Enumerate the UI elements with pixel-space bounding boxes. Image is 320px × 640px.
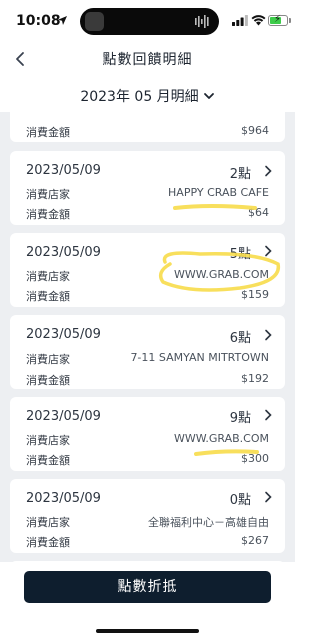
amount-label: 消費金額 (26, 290, 70, 303)
amount-row: 消費金額 $964 (26, 124, 269, 142)
audio-wave-icon (195, 15, 209, 28)
status-time: 10:08 (16, 13, 61, 29)
store-name: 全聯福利中心－高雄自由 (148, 516, 269, 529)
dynamic-island (80, 8, 219, 35)
amount-value: $964 (241, 124, 269, 137)
store-row: 消費店家 WWW.GRAB.COM (26, 432, 269, 450)
store-name: 7-11 SAMYAN MITRTOWN (130, 351, 269, 364)
list-item[interactable]: 2023/05/09 9點 消費店家 WWW.GRAB.COM 消費金額 $30… (10, 397, 285, 471)
amount-value: $267 (241, 534, 269, 547)
store-label: 消費店家 (26, 516, 70, 529)
transaction-date: 2023/05/09 (26, 491, 101, 506)
amount-row: 消費金額 $159 (26, 288, 269, 306)
amount-row: 消費金額 $300 (26, 452, 269, 470)
transaction-date: 2023/05/09 (26, 245, 101, 260)
store-name: HAPPY CRAB CAFE (168, 186, 269, 199)
points-value: 6點 (229, 331, 251, 346)
list-item[interactable]: 2023/05/09 6點 消費店家 7-11 SAMYAN MITRTOWN … (10, 315, 285, 389)
amount-value: $64 (248, 206, 269, 219)
page-title: 點數回饋明細 (102, 52, 193, 68)
points-value: 2點 (229, 167, 251, 182)
points-value: 0點 (229, 493, 251, 508)
chevron-right-icon (265, 491, 272, 503)
store-label: 消費店家 (26, 353, 70, 366)
store-label: 消費店家 (26, 270, 70, 283)
wifi-icon (251, 15, 266, 26)
list-item[interactable]: 2023/05/09 5點 消費店家 WWW.GRAB.COM 消費金額 $15… (10, 233, 285, 307)
store-row: 消費店家 全聯福利中心－高雄自由 (26, 514, 269, 532)
points-value: 5點 (229, 247, 251, 262)
chevron-down-icon (203, 93, 214, 99)
amount-label: 消費金額 (26, 374, 70, 387)
month-label: 2023年 05 月明細 (80, 89, 199, 105)
signal-icon (232, 15, 248, 26)
store-label: 消費店家 (26, 434, 70, 447)
store-name: WWW.GRAB.COM (174, 432, 269, 445)
list-item[interactable]: 2023/05/09 0點 消費店家 全聯福利中心－高雄自由 消費金額 $267 (10, 479, 285, 553)
status-bar: 10:08 ⚡ (0, 0, 295, 44)
amount-label: 消費金額 (26, 126, 70, 139)
transaction-list: 消費金額 $964 2023/05/09 2點 消費店家 HAPPY CRAB … (0, 112, 295, 562)
nav-bar: 點數回饋明細 (0, 44, 295, 74)
amount-label: 消費金額 (26, 454, 70, 467)
month-selector-row: 2023年 05 月明細 (0, 80, 295, 110)
amount-value: $300 (241, 452, 269, 465)
store-label: 消費店家 (26, 188, 70, 201)
amount-row: 消費金額 $192 (26, 372, 269, 390)
store-row: 消費店家 7-11 SAMYAN MITRTOWN (26, 351, 269, 369)
app-icon (85, 12, 104, 31)
amount-value: $159 (241, 288, 269, 301)
transaction-date: 2023/05/09 (26, 163, 101, 178)
redeem-points-button[interactable]: 點數折抵 (24, 571, 271, 603)
amount-row: 消費金額 $64 (26, 206, 269, 224)
chevron-right-icon (265, 245, 272, 257)
list-item[interactable]: 2023/05/09 2點 消費店家 HAPPY CRAB CAFE 消費金額 … (10, 151, 285, 225)
home-indicator[interactable] (96, 629, 199, 633)
points-value: 9點 (229, 411, 251, 426)
amount-row: 消費金額 $267 (26, 534, 269, 552)
amount-label: 消費金額 (26, 536, 70, 549)
store-row: 消費店家 WWW.GRAB.COM (26, 268, 269, 286)
amount-value: $192 (241, 372, 269, 385)
store-row: 消費店家 HAPPY CRAB CAFE (26, 186, 269, 204)
chevron-right-icon (265, 165, 272, 177)
chevron-right-icon (265, 409, 272, 421)
chevron-right-icon (265, 329, 272, 341)
transaction-date: 2023/05/09 (26, 327, 101, 342)
battery-tip (289, 18, 291, 23)
month-selector[interactable]: 2023年 05 月明細 (80, 80, 214, 106)
list-item[interactable]: 消費金額 $964 (10, 112, 285, 142)
store-name: WWW.GRAB.COM (174, 268, 269, 281)
bottom-bar: 點數折抵 (0, 562, 295, 640)
amount-label: 消費金額 (26, 208, 70, 221)
location-arrow-icon (58, 16, 67, 25)
charging-bolt-icon: ⚡ (274, 14, 282, 25)
transaction-date: 2023/05/09 (26, 409, 101, 424)
